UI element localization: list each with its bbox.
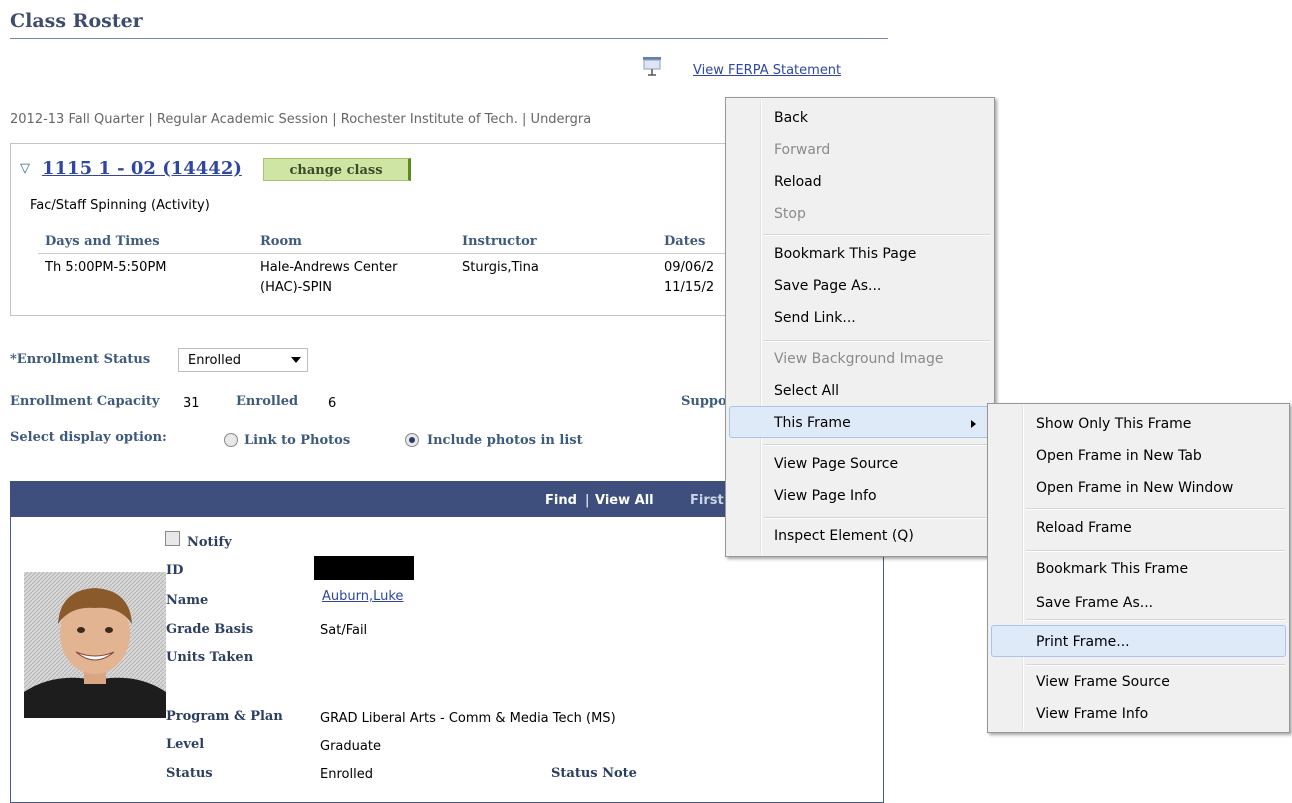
submenu-save-frame-as[interactable]: Save Frame As...: [1036, 595, 1153, 611]
status-value: Enrolled: [320, 767, 373, 782]
menu-separator: [764, 517, 990, 519]
link-to-photos-label[interactable]: Link to Photos: [244, 433, 350, 448]
menu-back[interactable]: Back: [774, 110, 808, 126]
submenu-show-only-this-frame[interactable]: Show Only This Frame: [1036, 416, 1191, 432]
find-link[interactable]: Find: [545, 493, 577, 508]
level-label: Level: [166, 737, 205, 752]
menu-separator: [764, 340, 990, 342]
menu-bookmark-page[interactable]: Bookmark This Page: [774, 246, 916, 262]
menu-separator: [1026, 550, 1285, 552]
menu-separator: [1026, 508, 1285, 510]
program-plan-label: Program & Plan: [166, 709, 283, 724]
student-photo: [24, 572, 166, 718]
days-times-value: Th 5:00PM-5:50PM: [45, 260, 167, 275]
program-plan-value: GRAD Liberal Arts - Comm & Media Tech (M…: [320, 711, 616, 726]
frame-submenu: Show Only This Frame Open Frame in New T…: [987, 403, 1290, 733]
view-all-link[interactable]: View All: [595, 493, 654, 508]
header-days-times: Days and Times: [45, 234, 160, 249]
submenu-open-frame-new-window[interactable]: Open Frame in New Window: [1036, 480, 1233, 496]
menu-view-page-source[interactable]: View Page Source: [774, 456, 898, 472]
view-ferpa-link[interactable]: View FERPA Statement: [693, 63, 841, 78]
menu-view-page-info[interactable]: View Page Info: [774, 488, 877, 504]
include-photos-label[interactable]: Include photos in list: [427, 433, 583, 448]
instructor-value: Sturgis,Tina: [462, 260, 539, 275]
grade-basis-value: Sat/Fail: [320, 623, 368, 638]
support-label: Suppo: [681, 394, 727, 409]
name-label: Name: [166, 593, 209, 608]
menu-forward[interactable]: Forward: [774, 142, 830, 158]
title-divider: [10, 38, 888, 39]
units-taken-label: Units Taken: [166, 650, 254, 665]
menu-separator: [764, 444, 990, 446]
triangle-down-icon[interactable]: ▽: [20, 161, 30, 176]
menu-save-page-as[interactable]: Save Page As...: [774, 278, 881, 294]
menu-separator: [764, 234, 990, 236]
include-photos-radio[interactable]: [405, 433, 419, 447]
menu-select-all[interactable]: Select All: [774, 383, 839, 399]
submenu-view-frame-info[interactable]: View Frame Info: [1036, 706, 1148, 722]
redacted-id: [314, 556, 414, 580]
enrolled-label: Enrolled: [236, 394, 299, 409]
dates-value-line2: 11/15/2: [664, 280, 715, 295]
change-class-button[interactable]: change class: [263, 158, 411, 181]
first-link[interactable]: First: [690, 493, 724, 508]
menu-send-link[interactable]: Send Link...: [774, 310, 856, 326]
menu-this-frame[interactable]: This Frame: [774, 415, 851, 431]
menu-reload[interactable]: Reload: [774, 174, 822, 190]
arrow-right-icon: [971, 420, 976, 428]
page-title: Class Roster: [10, 10, 143, 32]
class-link[interactable]: 1115 1 - 02 (14442): [42, 158, 242, 179]
meeting-table-divider: [38, 253, 758, 254]
status-label: Status: [166, 766, 213, 781]
room-value-line2: (HAC)-SPIN: [260, 280, 333, 295]
menu-highlight: [729, 406, 991, 438]
submenu-reload-frame[interactable]: Reload Frame: [1036, 520, 1132, 536]
grade-basis-label: Grade Basis: [166, 622, 254, 637]
enrollment-status-label: *Enrollment Status: [10, 352, 151, 367]
session-info: 2012-13 Fall Quarter | Regular Academic …: [10, 112, 592, 127]
enrollment-status-select[interactable]: Enrolled: [178, 348, 308, 372]
room-value-line1: Hale-Andrews Center: [260, 260, 398, 275]
notify-checkbox[interactable]: [165, 531, 180, 546]
enrollment-capacity-value: 31: [183, 396, 200, 411]
dates-value-line1: 09/06/2: [664, 260, 715, 275]
notify-label[interactable]: Notify: [187, 535, 232, 550]
student-name-link[interactable]: Auburn,Luke: [322, 589, 403, 604]
chevron-down-icon: [291, 357, 301, 363]
menu-stop[interactable]: Stop: [774, 206, 806, 222]
menu-inspect-element[interactable]: Inspect Element (Q): [774, 528, 914, 544]
enrolled-value: 6: [328, 396, 337, 411]
menu-view-background-image[interactable]: View Background Image: [774, 351, 944, 367]
enrollment-status-value: Enrolled: [188, 353, 241, 368]
course-name: Fac/Staff Spinning (Activity): [30, 198, 210, 213]
menu-separator: [1026, 664, 1285, 666]
level-value: Graduate: [320, 739, 381, 754]
context-menu: Back Forward Reload Stop Bookmark This P…: [725, 97, 995, 557]
projection-screen-icon[interactable]: [641, 55, 663, 77]
nav-divider: |: [585, 493, 590, 508]
submenu-view-frame-source[interactable]: View Frame Source: [1036, 674, 1170, 690]
header-instructor: Instructor: [462, 234, 537, 249]
menu-separator: [1026, 619, 1285, 621]
id-label: ID: [166, 563, 184, 578]
submenu-bookmark-this-frame[interactable]: Bookmark This Frame: [1036, 561, 1188, 577]
submenu-print-frame[interactable]: Print Frame...: [1036, 634, 1130, 650]
link-to-photos-radio[interactable]: [224, 433, 238, 447]
header-dates: Dates: [664, 234, 706, 249]
header-room: Room: [260, 234, 302, 249]
status-note-label: Status Note: [551, 766, 637, 781]
enrollment-capacity-label: Enrollment Capacity: [10, 394, 160, 409]
display-option-label: Select display option:: [10, 430, 167, 445]
submenu-open-frame-new-tab[interactable]: Open Frame in New Tab: [1036, 448, 1202, 464]
